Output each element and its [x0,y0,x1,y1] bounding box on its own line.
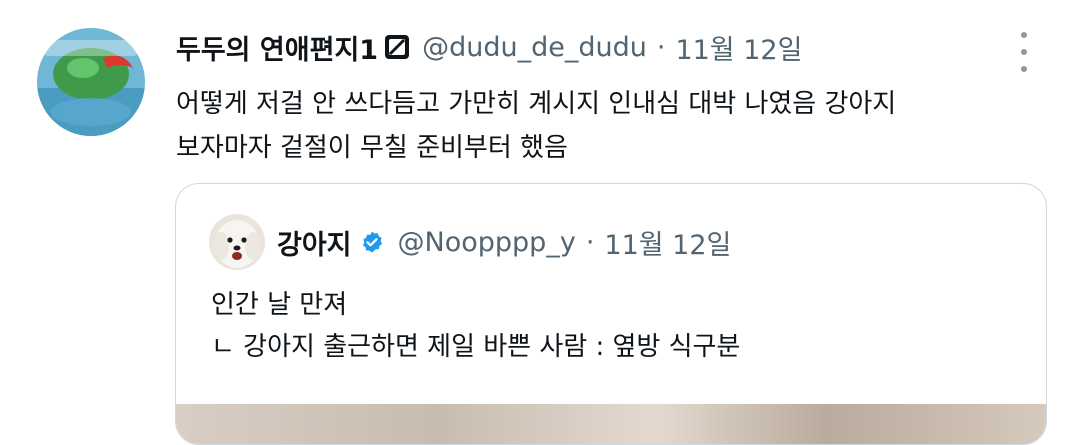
no-entry-icon [384,34,410,60]
quoted-tweet-card[interactable]: 강아지 @Noopppp_y · 11월 12일 인간 날 만져 ㄴ 강아지 출… [175,183,1047,445]
dog-avatar-image [209,214,265,270]
author-avatar-image [37,28,145,136]
quoted-author-handle[interactable]: @Noopppp_y [398,227,576,258]
quoted-text-line: 인간 날 만져 [211,290,348,320]
author-display-name[interactable]: 두두의 연애편지1 [176,28,378,67]
quoted-text-line: ㄴ 강아지 출근하면 제일 바쁜 사람 : 옆방 식구분 [211,332,741,362]
more-dot-icon [1021,32,1027,38]
tweet-text: 어떻게 저걸 안 쓰다듬고 가만히 계시지 인내심 대박 나였음 강아지 보자마… [176,82,1036,170]
author-avatar[interactable] [37,28,145,136]
author-handle[interactable]: @dudu_de_dudu [422,32,647,63]
more-dot-icon [1021,49,1027,55]
tweet-header: 두두의 연애편지1 @dudu_de_dudu · 11월 12일 [176,28,802,66]
quoted-tweet-date[interactable]: 11월 12일 [604,223,731,262]
quoted-tweet-text: 인간 날 만져 ㄴ 강아지 출근하면 제일 바쁜 사람 : 옆방 식구분 [211,284,1011,368]
quoted-author-display-name[interactable]: 강아지 [277,223,352,262]
tweet-text-line: 어떻게 저걸 안 쓰다듬고 가만히 계시지 인내심 대박 나였음 강아지 [176,89,897,119]
more-dot-icon [1021,66,1027,72]
verified-badge-icon [360,230,384,254]
more-options-button[interactable] [1010,32,1038,72]
quoted-tweet-media[interactable] [176,404,1046,444]
tweet-date[interactable]: 11월 12일 [675,28,802,67]
tweet-text-line: 보자마자 겉절이 무칠 준비부터 했음 [176,133,568,163]
quoted-tweet-header: 강아지 @Noopppp_y · 11월 12일 [209,214,731,270]
quoted-author-avatar[interactable] [209,214,265,270]
quoted-header-separator: · [585,226,595,258]
header-separator: · [656,31,666,63]
